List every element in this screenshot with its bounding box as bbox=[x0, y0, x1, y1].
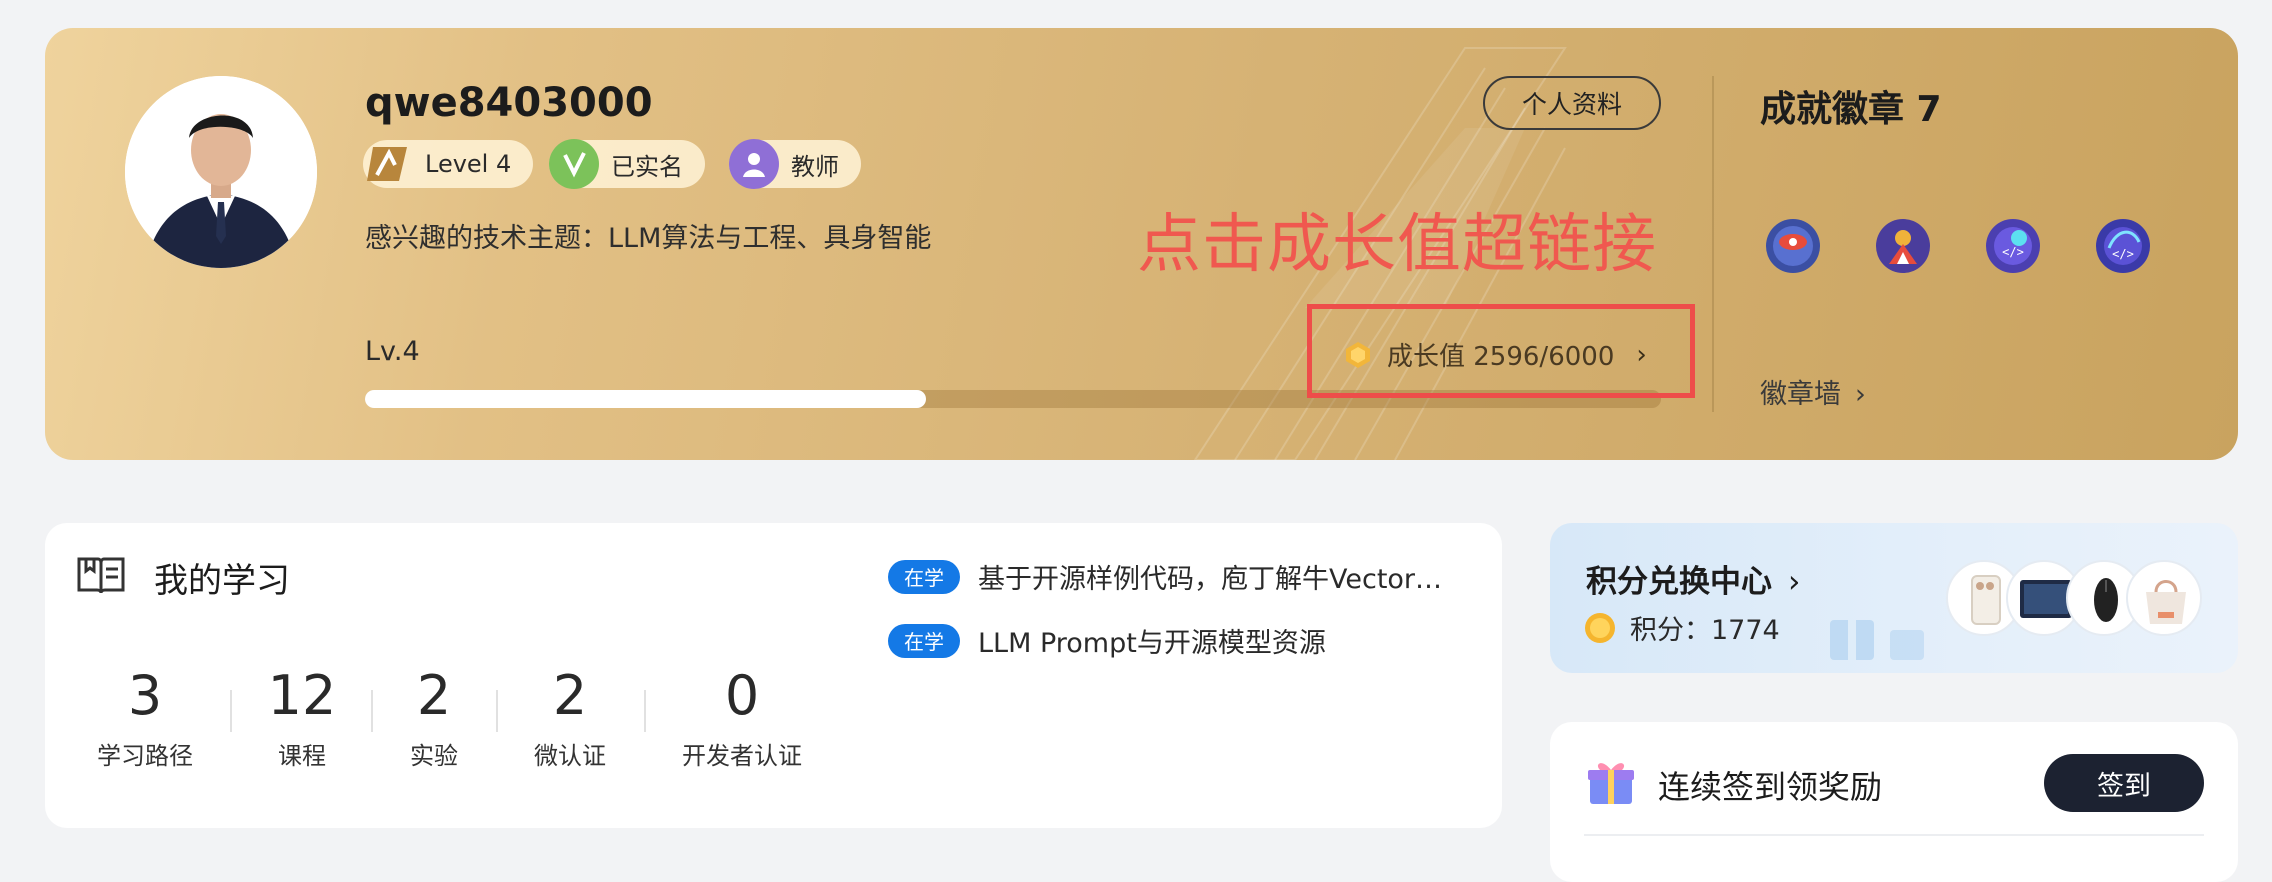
course-title: 基于开源样例代码，庖丁解牛Vector… bbox=[978, 564, 1443, 595]
gift-decoration-icon bbox=[1830, 620, 1924, 660]
verified-badge[interactable]: 已实名 bbox=[549, 139, 705, 189]
achievement-badge-code-icon[interactable]: </> bbox=[1985, 218, 2041, 274]
tote-bag-prize-icon[interactable] bbox=[2126, 560, 2202, 636]
stat-label: 微认证 bbox=[534, 742, 606, 770]
points-value: 积分：1774 bbox=[1630, 615, 1780, 646]
level-label: Lv.4 bbox=[365, 336, 420, 367]
stat-value: 3 bbox=[127, 664, 163, 727]
level-icon bbox=[363, 139, 413, 189]
stat-value: 2 bbox=[416, 664, 452, 727]
status-tag: 在学 bbox=[888, 559, 960, 594]
verified-icon bbox=[549, 139, 599, 189]
course-item[interactable]: 在学 LLM Prompt与开源模型资源 bbox=[888, 621, 1326, 660]
stat-label: 课程 bbox=[278, 742, 326, 770]
annotation-text: 点击成长值超链接 bbox=[1137, 208, 1657, 282]
chevron-right-icon: › bbox=[1788, 564, 1801, 600]
growth-coin-icon bbox=[1346, 341, 1370, 368]
signin-title: 连续签到领奖励 bbox=[1658, 768, 1883, 806]
achievements-title: 成就徽章 7 bbox=[1760, 89, 1942, 130]
level-badge[interactable]: Level 4 bbox=[363, 139, 534, 189]
profile-banner: qwe8403000 Level 4 已实名 教师 感兴趣的技术主题：LLM算法… bbox=[45, 28, 2238, 460]
stat-label: 学习路径 bbox=[97, 742, 193, 770]
points-balance: 积分：1774 bbox=[1584, 608, 1780, 647]
stat-value: 12 bbox=[267, 664, 337, 727]
book-icon bbox=[77, 557, 125, 594]
username: qwe8403000 bbox=[365, 80, 653, 126]
teacher-badge[interactable]: 教师 bbox=[729, 139, 861, 189]
svg-text:</>: </> bbox=[2112, 247, 2134, 261]
stat-label: 实验 bbox=[410, 742, 458, 770]
stat-micro-certs[interactable]: 2 微认证 bbox=[528, 664, 612, 771]
signin-button[interactable]: 签到 bbox=[2044, 754, 2204, 812]
stat-label: 开发者认证 bbox=[682, 742, 802, 770]
chevron-right-icon: › bbox=[1636, 339, 1647, 370]
stat-developer-certs[interactable]: 0 开发者认证 bbox=[676, 664, 808, 771]
points-exchange-title[interactable]: 积分兑换中心 › bbox=[1586, 556, 1800, 601]
teacher-icon bbox=[729, 139, 779, 189]
achievement-badge-eye-icon[interactable] bbox=[1765, 218, 1821, 274]
achievement-badge-figure-icon[interactable] bbox=[1875, 218, 1931, 274]
growth-progress-fill bbox=[365, 390, 926, 408]
badge-wall-label: 徽章墙 bbox=[1760, 379, 1841, 410]
profile-button[interactable]: 个人资料 bbox=[1483, 76, 1661, 130]
stat-courses[interactable]: 12 课程 bbox=[262, 664, 342, 771]
stat-divider bbox=[230, 690, 232, 732]
gift-icon bbox=[1588, 763, 1634, 804]
stat-learning-paths[interactable]: 3 学习路径 bbox=[92, 664, 198, 771]
stat-divider bbox=[644, 690, 646, 732]
course-title: LLM Prompt与开源模型资源 bbox=[978, 628, 1326, 659]
achievement-badge-code-2-icon[interactable]: </> bbox=[2095, 218, 2151, 274]
banner-divider bbox=[1712, 76, 1714, 412]
signin-divider bbox=[1584, 834, 2204, 836]
my-learning-title: 我的学习 bbox=[154, 561, 290, 601]
stat-labs[interactable]: 2 实验 bbox=[404, 664, 464, 771]
stat-value: 2 bbox=[552, 664, 588, 727]
badge-wall-link[interactable]: 徽章墙 › bbox=[1760, 372, 1866, 411]
coin-icon bbox=[1585, 612, 1615, 643]
svg-text:</>: </> bbox=[2002, 245, 2024, 259]
points-exchange-label: 积分兑换中心 bbox=[1586, 564, 1772, 600]
status-tag: 在学 bbox=[888, 623, 960, 658]
interest-topics: 感兴趣的技术主题：LLM算法与工程、具身智能 bbox=[365, 223, 932, 254]
chevron-right-icon: › bbox=[1855, 379, 1866, 410]
user-avatar[interactable] bbox=[125, 76, 317, 268]
stat-divider bbox=[371, 690, 373, 732]
growth-value-link[interactable]: 成长值 2596/6000 › bbox=[1343, 336, 1647, 373]
course-item[interactable]: 在学 基于开源样例代码，庖丁解牛Vector… bbox=[888, 557, 1442, 596]
growth-value-text: 成长值 2596/6000 bbox=[1387, 342, 1615, 372]
stat-divider bbox=[496, 690, 498, 732]
stat-value: 0 bbox=[724, 664, 760, 727]
